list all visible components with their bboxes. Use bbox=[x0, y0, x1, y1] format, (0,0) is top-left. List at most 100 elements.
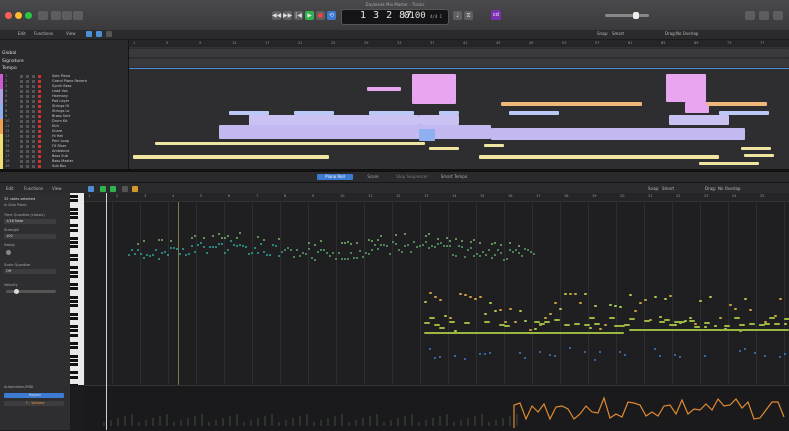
midi-note[interactable] bbox=[474, 298, 477, 300]
zoom-window-button[interactable] bbox=[25, 12, 32, 19]
black-key[interactable] bbox=[70, 228, 78, 232]
midi-note[interactable] bbox=[410, 251, 412, 253]
midi-note[interactable] bbox=[494, 242, 496, 244]
midi-note[interactable] bbox=[704, 326, 707, 328]
midi-note[interactable] bbox=[464, 256, 466, 258]
midi-note[interactable] bbox=[784, 318, 789, 320]
input-monitor-button[interactable] bbox=[38, 155, 41, 158]
midi-note[interactable] bbox=[380, 244, 382, 246]
midi-note[interactable] bbox=[341, 258, 343, 260]
midi-note[interactable] bbox=[424, 332, 624, 334]
midi-note[interactable] bbox=[449, 240, 451, 242]
midi-note[interactable] bbox=[338, 252, 340, 254]
midi-note[interactable] bbox=[170, 240, 172, 242]
solo-button[interactable] bbox=[26, 160, 29, 163]
midi-note[interactable] bbox=[404, 245, 406, 247]
play-button[interactable]: ▶ bbox=[305, 11, 314, 20]
mute-button[interactable] bbox=[20, 85, 23, 88]
solo-button[interactable] bbox=[26, 75, 29, 78]
catch-button[interactable] bbox=[86, 31, 92, 37]
midi-note[interactable] bbox=[341, 242, 343, 244]
midi-note[interactable] bbox=[744, 298, 747, 300]
black-key[interactable] bbox=[70, 342, 78, 345]
midi-note[interactable] bbox=[272, 244, 274, 246]
region-drums-3[interactable] bbox=[707, 102, 767, 106]
midi-note[interactable] bbox=[194, 251, 196, 253]
input-monitor-button[interactable] bbox=[38, 120, 41, 123]
midi-note[interactable] bbox=[257, 236, 259, 238]
mute-button[interactable] bbox=[20, 135, 23, 138]
midi-note[interactable] bbox=[356, 257, 358, 259]
midi-in-button[interactable] bbox=[100, 186, 106, 192]
solo-button[interactable] bbox=[26, 135, 29, 138]
strength-slider[interactable]: 100 bbox=[4, 234, 56, 239]
midi-note[interactable] bbox=[182, 248, 184, 250]
midi-note[interactable] bbox=[519, 352, 521, 354]
midi-note[interactable] bbox=[230, 240, 232, 242]
midi-out-button[interactable] bbox=[110, 186, 116, 192]
midi-note[interactable] bbox=[489, 352, 491, 354]
input-monitor-button[interactable] bbox=[38, 105, 41, 108]
midi-note[interactable] bbox=[191, 237, 193, 239]
midi-note[interactable] bbox=[266, 254, 268, 256]
input-monitor-button[interactable] bbox=[38, 85, 41, 88]
midi-note[interactable] bbox=[419, 245, 421, 247]
count-in-badge[interactable]: cd bbox=[491, 10, 501, 20]
midi-note[interactable] bbox=[437, 243, 439, 245]
midi-note[interactable] bbox=[494, 254, 496, 256]
input-monitor-button[interactable] bbox=[38, 165, 41, 168]
region-pad-3[interactable] bbox=[669, 115, 729, 125]
midi-note[interactable] bbox=[167, 254, 169, 256]
midi-note[interactable] bbox=[269, 254, 271, 256]
midi-note[interactable] bbox=[764, 355, 766, 357]
midi-note[interactable] bbox=[227, 235, 229, 237]
input-monitor-button[interactable] bbox=[38, 145, 41, 148]
record-enable-button[interactable] bbox=[32, 100, 35, 103]
midi-note[interactable] bbox=[749, 309, 752, 311]
midi-note[interactable] bbox=[191, 245, 193, 247]
midi-note[interactable] bbox=[395, 243, 397, 245]
black-key[interactable] bbox=[70, 354, 78, 358]
midi-note[interactable] bbox=[484, 313, 487, 315]
midi-note[interactable] bbox=[143, 257, 145, 259]
midi-note[interactable] bbox=[455, 255, 457, 257]
midi-note[interactable] bbox=[245, 246, 247, 248]
midi-note[interactable] bbox=[679, 356, 681, 358]
region-strings-5[interactable] bbox=[509, 111, 559, 115]
midi-note[interactable] bbox=[584, 351, 586, 353]
solo-button[interactable] bbox=[26, 125, 29, 128]
region-ambience-2[interactable] bbox=[479, 155, 719, 159]
playhead[interactable] bbox=[106, 193, 107, 430]
midi-note[interactable] bbox=[371, 249, 373, 251]
midi-note[interactable] bbox=[221, 237, 223, 239]
mute-button[interactable] bbox=[20, 150, 23, 153]
black-key[interactable] bbox=[70, 295, 78, 299]
time-quantize-select[interactable]: 1/16 Note bbox=[4, 219, 56, 224]
record-enable-button[interactable] bbox=[32, 95, 35, 98]
midi-note[interactable] bbox=[519, 310, 522, 312]
midi-note[interactable] bbox=[594, 359, 596, 361]
midi-note[interactable] bbox=[473, 239, 475, 241]
midi-note[interactable] bbox=[434, 357, 436, 359]
midi-note[interactable] bbox=[407, 244, 409, 246]
midi-note[interactable] bbox=[287, 247, 289, 249]
midi-note[interactable] bbox=[764, 323, 770, 325]
midi-note[interactable] bbox=[383, 244, 385, 246]
midi-note[interactable] bbox=[574, 323, 580, 325]
record-enable-button[interactable] bbox=[32, 135, 35, 138]
record-enable-button[interactable] bbox=[32, 145, 35, 148]
region-bass-master[interactable] bbox=[699, 162, 759, 165]
input-monitor-button[interactable] bbox=[38, 160, 41, 163]
toolbar-icon[interactable] bbox=[73, 11, 83, 20]
midi-note[interactable] bbox=[527, 249, 529, 251]
midi-note[interactable] bbox=[749, 323, 755, 325]
midi-note[interactable] bbox=[128, 254, 130, 256]
midi-note[interactable] bbox=[518, 252, 520, 254]
midi-note[interactable] bbox=[188, 253, 190, 255]
midi-note[interactable] bbox=[739, 350, 741, 352]
midi-note[interactable] bbox=[784, 353, 786, 355]
midi-note[interactable] bbox=[564, 324, 570, 326]
black-key[interactable] bbox=[70, 371, 78, 375]
mute-button[interactable] bbox=[20, 80, 23, 83]
global-track-header[interactable]: Global bbox=[2, 51, 16, 56]
